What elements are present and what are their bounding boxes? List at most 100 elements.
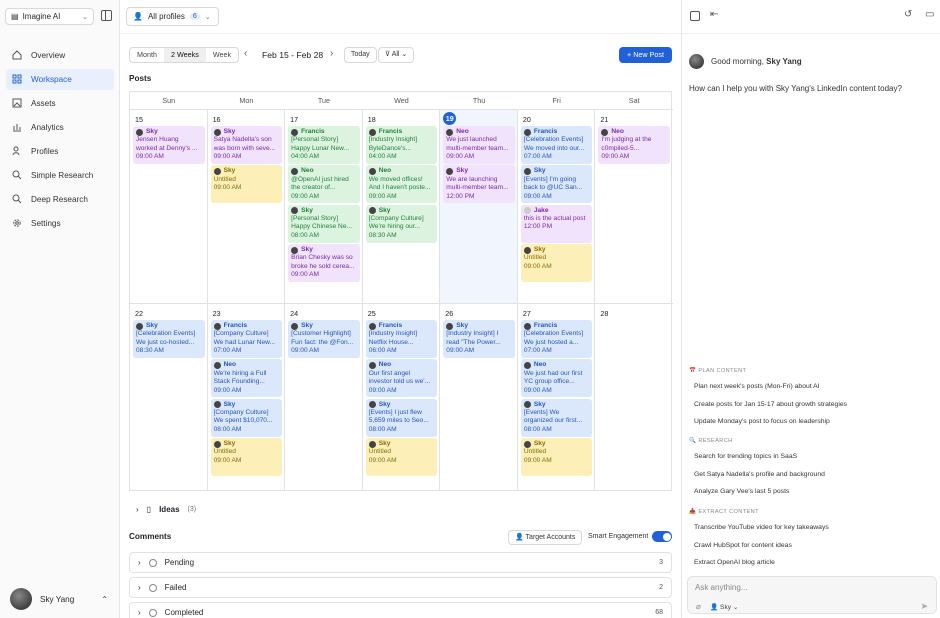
post-card[interactable]: Sky [Events] We organized our first... 08:0… [520,398,593,437]
post-card[interactable]: Sky We are launching multi-member team... 1… [443,165,515,204]
chevron-left-icon[interactable]: ‹ [244,48,247,59]
suggestion-item[interactable]: Search for trending topics in SaaS [694,453,797,460]
comments-row-failed[interactable]: › Failed 2 [129,577,672,598]
calendar-day[interactable]: 23 Francis [Company Culture] We had Lunar N… [208,304,286,490]
sidebar-item-deep-research[interactable]: Deep Research [6,189,114,210]
chat-input[interactable]: Ask anything... ⌀ 👤 Sky ⌄ ➤ [687,576,937,614]
post-card[interactable]: Neo We're hiring a Full Stack Founding... 0… [210,359,283,398]
suggestion-item[interactable]: Get Satya Nadella's profile and backgrou… [694,471,825,478]
post-card[interactable]: Neo Our first angel investor told us we'..… [365,359,438,398]
day-number: 24 [290,309,299,318]
sidebar-item-workspace[interactable]: Workspace [6,69,114,90]
sidebar-item-profiles[interactable]: Profiles [6,141,114,162]
collapse-icon[interactable]: ⇤ [710,9,718,20]
sidebar-item-assets[interactable]: Assets [6,93,114,114]
author-name: Sky [146,128,158,135]
ideas-toggle[interactable]: › ▯ Ideas (3) [136,505,196,514]
view-month-button[interactable]: Month [130,48,164,62]
view-2weeks-button[interactable]: 2 Weeks [163,48,206,62]
post-preview-text: this is the actual post [523,215,586,222]
weekday-header: Mon [207,92,286,110]
suggestion-item[interactable]: Extract OpenAI blog article [694,559,775,566]
post-card[interactable]: Sky [Personal Story] Happy Chinese Ne... 08… [288,204,360,243]
chevron-right-icon[interactable]: › [330,48,333,59]
calendar-day[interactable]: 28 [595,304,673,490]
view-week-button[interactable]: Week [206,48,238,62]
new-chat-icon[interactable]: ▭ [925,9,934,20]
post-card[interactable]: Sky [Industry Insight] Iread "The Power..… [443,320,515,358]
suggestion-item[interactable]: Crawl HubSpot for content ideas [694,542,792,549]
calendar-day[interactable]: 15 Sky Jensen Huang worked at Denny's ... 09… [130,110,208,304]
calendar-day[interactable]: 27 Francis [Celebration Events] We just hos… [518,304,596,490]
post-card[interactable]: Francis [Industry Insight] ByteDance's... 0… [365,126,438,164]
post-card[interactable]: Francis [Industry Insight] Netflix House..… [365,320,438,358]
smart-engagement-toggle[interactable] [652,531,672,542]
calendar-day[interactable]: 17 Francis [Personal Story] Happy Lunar New… [285,110,363,304]
calendar-day[interactable]: 25 Francis [Industry Insight] Netflix House… [363,304,441,490]
post-card[interactable]: Sky Jensen Huang worked at Denny's ... 09:0… [133,126,205,164]
calendar-day[interactable]: 20 Francis [Celebration Events] We moved in… [517,110,596,304]
workspace-selector[interactable]: ▤ Imagine AI ⌄ [5,8,94,25]
post-card[interactable]: Sky [Company Culture] We're hiring our... 0… [365,204,438,243]
attach-icon[interactable]: ⌀ [696,602,701,611]
calendar-day[interactable]: 19 Neo We just launched multi-member team..… [440,110,518,304]
post-card[interactable]: Sky [Celebration Events] We just co-hosted… [133,320,205,358]
post-card[interactable]: Sky [Events] I'm going back to @UC San... 0… [520,165,593,204]
post-card[interactable]: Francis [Celebration Events] We moved into… [520,126,593,164]
post-card[interactable]: Sky [Customer Highlight] Fun fact: the @Fo… [288,320,360,358]
post-card[interactable]: Sky [Company Culture] We spent $10,070... 0… [210,398,283,437]
post-card[interactable]: Francis [Personal Story] Happy Lunar New..… [288,126,360,164]
comments-row-label: Completed [164,608,204,617]
suggestion-item[interactable]: Analyze Gary Vee's last 5 posts [694,488,789,495]
sidebar-item-simple-research[interactable]: Simple Research [6,165,114,186]
sidebar-item-overview[interactable]: Overview [6,45,114,66]
user-menu[interactable]: Sky Yang ⌃ [0,585,120,613]
sidebar-item-settings[interactable]: Settings [6,213,114,234]
post-card[interactable]: Jake this is the actual post 12:00 PM [520,204,593,243]
post-card[interactable]: Francis [Celebration Events] We just hoste… [520,320,593,358]
target-accounts-button[interactable]: 👤 Target Accounts [508,530,583,545]
history-icon[interactable]: ↺ [904,9,912,20]
calendar-day[interactable]: 16 Sky Satya Nadella's son was born with se… [207,110,286,304]
suggestion-item[interactable]: Create posts for Jan 15-17 about growth … [694,401,847,408]
new-post-button[interactable]: + New Post [619,47,672,63]
post-card[interactable]: Neo We moved offices! And I haven't poste.… [365,165,438,204]
post-card[interactable]: Sky Untitled 09:00 AM [365,437,438,476]
calendar-day[interactable]: 18 Francis [Industry Insight] ByteDance's..… [362,110,441,304]
calendar-day[interactable]: 21 Neo I'm judging at the c0mpiled-5... 09:0… [595,110,673,304]
sidebar-item-label: Workspace [31,75,72,84]
post-card[interactable]: Sky [Events] I just flew 5,659 miles to Se… [365,398,438,437]
day-number: 16 [212,115,221,124]
comments-row-completed[interactable]: › Completed 68 [129,602,672,618]
send-icon[interactable]: ➤ [920,601,928,612]
comments-row-pending[interactable]: › Pending 3 [129,552,672,573]
post-author: Neo [291,167,357,175]
post-card[interactable]: Neo We just launched multi-member team... 0… [443,126,515,164]
post-card[interactable]: Francis [Company Culture] We had Lunar New… [210,320,283,358]
suggestion-item[interactable]: Plan next week's posts (Mon-Fri) about A… [694,383,820,390]
sidebar-item-analytics[interactable]: Analytics [6,117,114,138]
post-card[interactable]: Sky Untitled 09:00 AM [210,437,283,476]
post-card[interactable]: Neo I'm judging at the c0mpiled-5... 09:00 … [598,126,670,164]
calendar-day[interactable]: 24 Sky [Customer Highlight] Fun fact: the @… [285,304,363,490]
post-card[interactable]: Sky Untitled 09:00 AM [520,437,593,476]
post-card[interactable]: Sky Satya Nadella's son was born with seve… [210,126,283,164]
post-card[interactable]: Sky Untitled 09:00 AM [520,243,593,282]
suggestion-item[interactable]: Update Monday's post to focus on leaders… [694,418,830,425]
post-card[interactable]: Sky Brian Chesky was so broke he sold cere… [288,243,360,282]
calendar-day[interactable]: 26 Sky [Industry Insight] Iread "The Power… [440,304,518,490]
post-preview-text: I'm judging at the [601,136,652,144]
filter-button[interactable]: ⊽ All ⌄ [378,47,415,63]
today-button[interactable]: Today [344,47,377,63]
post-card[interactable]: Sky Untitled 09:00 AM [210,165,283,204]
post-card[interactable]: Neo @OpenAI just hired the creator of... 09… [288,165,360,204]
calendar-day[interactable]: 22 Sky [Celebration Events] We just co-host… [130,304,208,490]
panel-toggle-icon[interactable] [690,11,700,21]
post-card[interactable]: Neo We just had our first YC group office.… [520,359,593,398]
divider [682,33,940,34]
profile-selector[interactable]: 👤 All profiles 6 ⌄ [126,7,219,26]
profile-chip[interactable]: 👤 Sky ⌄ [710,603,738,611]
smart-engagement-label: Smart Engagement [588,533,649,540]
suggestion-item[interactable]: Transcribe YouTube video for key takeawa… [694,524,829,531]
sidebar-toggle-icon[interactable] [101,10,112,21]
